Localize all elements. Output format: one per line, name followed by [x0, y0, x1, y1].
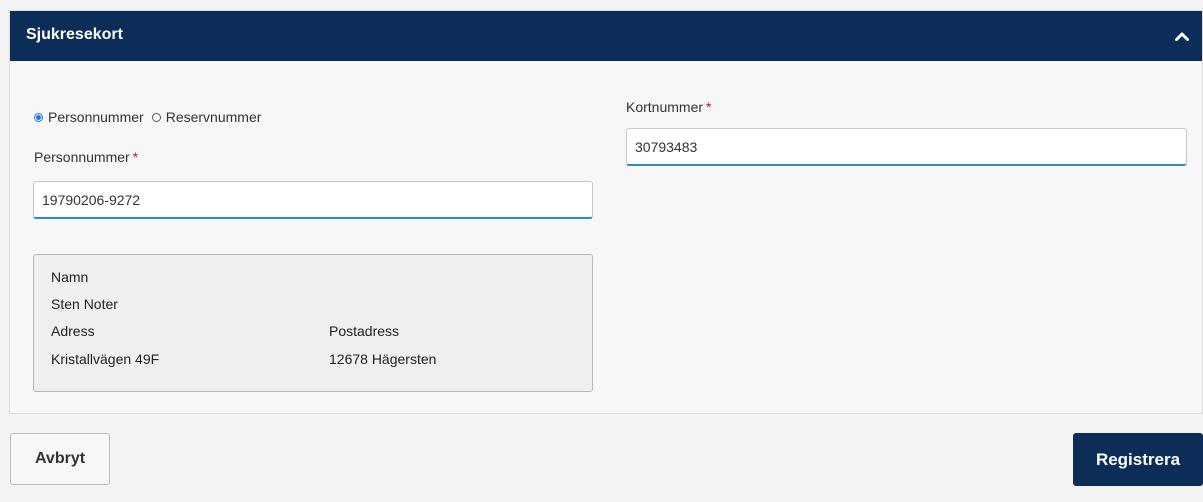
- name-value: Sten Noter: [51, 296, 118, 312]
- required-marker: *: [132, 149, 139, 165]
- panel-header: Sjukresekort: [10, 11, 1202, 61]
- collapse-button[interactable]: [1170, 24, 1194, 48]
- radio-personnummer-label[interactable]: Personnummer: [48, 109, 144, 125]
- address-value: Kristallvägen 49F: [51, 351, 160, 367]
- radio-personnummer[interactable]: [34, 112, 43, 122]
- register-button[interactable]: Registrera: [1073, 433, 1203, 486]
- radio-reservnummer-label[interactable]: Reservnummer: [166, 109, 262, 125]
- panel-title: Sjukresekort: [26, 26, 123, 43]
- personnummer-label: Personnummer *: [34, 149, 139, 165]
- postal-value: 12678 Hägersten: [329, 351, 437, 367]
- name-label: Namn: [51, 269, 89, 285]
- chevron-up-icon: [1175, 32, 1189, 41]
- address-label: Adress: [51, 323, 95, 339]
- kortnummer-input[interactable]: [626, 128, 1187, 166]
- kortnummer-label: Kortnummer *: [626, 99, 712, 115]
- required-marker: *: [706, 99, 712, 115]
- person-info-box: Namn Sten Noter Adress Kristallvägen 49F…: [33, 254, 593, 392]
- cancel-button[interactable]: Avbryt: [10, 433, 110, 485]
- id-type-radio-group: Personnummer Reservnummer: [34, 109, 269, 125]
- postal-label: Postadress: [329, 323, 400, 339]
- radio-reservnummer[interactable]: [151, 112, 161, 122]
- sjukresekort-panel: Sjukresekort Personnummer Reservnummer P…: [9, 10, 1203, 414]
- personnummer-input[interactable]: [33, 181, 593, 219]
